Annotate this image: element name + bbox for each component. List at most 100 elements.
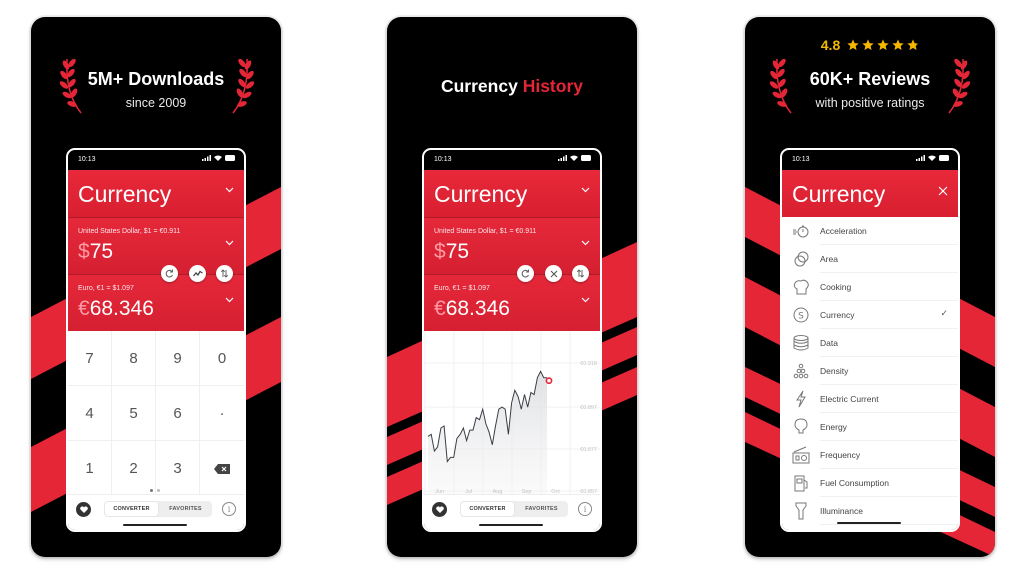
refresh-icon xyxy=(521,269,530,278)
status-bar: 10:13 xyxy=(68,150,244,170)
to-amount[interactable]: €68.346 xyxy=(78,297,154,321)
list-item-cooking[interactable]: Cooking xyxy=(782,273,958,301)
wifi-icon xyxy=(570,155,578,161)
dollar-coin-icon: S xyxy=(793,307,809,323)
list-item-fuel-consumption[interactable]: Fuel Consumption xyxy=(782,469,958,497)
y-axis-label: €0.918 xyxy=(580,361,597,367)
list-item-frequency[interactable]: Frequency xyxy=(782,441,958,469)
list-item-label: Density xyxy=(820,366,849,376)
phone-categories: 10:13 Currency Acceleration Area Cooking… xyxy=(780,148,960,532)
list-item-electric-current[interactable]: Electric Current xyxy=(782,385,958,413)
list-item-density[interactable]: Density xyxy=(782,357,958,385)
key-7[interactable]: 7 xyxy=(68,331,112,386)
svg-text:S: S xyxy=(798,312,804,322)
to-rate: Euro, €1 = $1.097 xyxy=(434,285,490,292)
tab-converter[interactable]: CONVERTER xyxy=(461,502,514,516)
list-item-energy[interactable]: Energy xyxy=(782,413,958,441)
key-8[interactable]: 8 xyxy=(112,331,156,386)
key-0[interactable]: 0 xyxy=(200,331,244,386)
wifi-icon xyxy=(214,155,222,161)
home-indicator xyxy=(837,522,901,524)
status-bar: 10:13 xyxy=(424,150,600,170)
status-time: 10:13 xyxy=(792,156,810,163)
chef-hat-icon xyxy=(793,279,809,295)
mode-segmented-control: CONVERTER FAVORITES xyxy=(460,501,568,517)
app-header[interactable]: Currency xyxy=(68,170,244,217)
chevron-down-icon[interactable] xyxy=(581,297,590,303)
key-1[interactable]: 1 xyxy=(68,441,112,496)
list-item-illuminance[interactable]: Illuminance xyxy=(782,497,958,525)
headline: 60K+ Reviews xyxy=(809,69,931,89)
y-axis-label: €0.877 xyxy=(580,447,597,453)
chevron-down-icon[interactable] xyxy=(581,240,590,246)
swap-icon xyxy=(220,269,229,278)
key-3[interactable]: 3 xyxy=(156,441,200,496)
list-item-area[interactable]: Area xyxy=(782,245,958,273)
refresh-button[interactable] xyxy=(161,265,178,282)
close-icon[interactable] xyxy=(938,186,948,196)
chevron-down-icon[interactable] xyxy=(225,297,234,303)
swap-button[interactable] xyxy=(572,265,589,282)
panel-downloads: 5M+ Downloads since 2009 10:13 Currency … xyxy=(31,17,281,557)
favorite-button[interactable] xyxy=(432,502,447,517)
phone-converter: 10:13 Currency United States Dollar, $1 … xyxy=(66,148,246,532)
key-decimal[interactable]: · xyxy=(200,386,244,441)
to-symbol: € xyxy=(78,297,90,320)
to-currency-card[interactable]: Euro, €1 = $1.097 €68.346 xyxy=(68,274,244,331)
key-4[interactable]: 4 xyxy=(68,386,112,441)
list-item-label: Illuminance xyxy=(820,506,863,516)
rating-row: 4.8 xyxy=(745,37,995,53)
chart-button[interactable] xyxy=(189,265,206,282)
key-9[interactable]: 9 xyxy=(156,331,200,386)
category-list: Acceleration Area Cooking S Currency ✓ D… xyxy=(782,217,958,530)
divider xyxy=(820,524,958,525)
key-backspace[interactable] xyxy=(200,441,244,496)
headline-red: History xyxy=(522,76,583,96)
list-item-label: Acceleration xyxy=(820,226,867,236)
bottom-bar: CONVERTER FAVORITES i xyxy=(424,494,600,530)
status-time: 10:13 xyxy=(78,156,96,163)
from-amount[interactable]: $75 xyxy=(434,240,469,264)
chevron-down-icon[interactable] xyxy=(581,187,590,193)
from-value: 75 xyxy=(89,240,114,263)
from-currency-card[interactable]: United States Dollar, $1 = €0.911 $75 xyxy=(424,217,600,274)
key-5[interactable]: 5 xyxy=(112,386,156,441)
lightning-icon xyxy=(796,390,806,408)
from-amount[interactable]: $75 xyxy=(78,240,113,264)
mode-segmented-control: CONVERTER FAVORITES xyxy=(104,501,212,517)
radio-icon xyxy=(792,446,810,464)
key-6[interactable]: 6 xyxy=(156,386,200,441)
status-time: 10:13 xyxy=(434,156,452,163)
phone-history: 10:13 Currency United States Dollar, $1 … xyxy=(422,148,602,532)
lightbulb-icon xyxy=(794,418,808,434)
list-item-data[interactable]: Data xyxy=(782,329,958,357)
from-symbol: $ xyxy=(434,240,446,263)
info-button[interactable]: i xyxy=(578,502,592,516)
to-amount[interactable]: €68.346 xyxy=(434,297,510,321)
panel-reviews: 4.8 60K+ Reviews with positive ratings 1… xyxy=(745,17,995,557)
info-button[interactable]: i xyxy=(222,502,236,516)
chevron-down-icon[interactable] xyxy=(225,240,234,246)
area-icon xyxy=(794,251,809,267)
star-icon xyxy=(877,39,889,50)
tab-converter[interactable]: CONVERTER xyxy=(105,502,158,516)
from-currency-card[interactable]: United States Dollar, $1 = €0.911 $75 xyxy=(68,217,244,274)
app-header[interactable]: Currency xyxy=(424,170,600,217)
chevron-down-icon[interactable] xyxy=(225,187,234,193)
tab-favorites[interactable]: FAVORITES xyxy=(159,501,212,517)
list-item-acceleration[interactable]: Acceleration xyxy=(782,217,958,245)
to-rate: Euro, €1 = $1.097 xyxy=(78,285,134,292)
close-chart-button[interactable] xyxy=(545,265,562,282)
battery-icon xyxy=(581,155,591,161)
history-chart[interactable]: €0.918 €0.897 €0.877 €0.857 Jun Jul Aug Sep Oct xyxy=(424,331,600,498)
refresh-button[interactable] xyxy=(517,265,534,282)
list-item-currency[interactable]: S Currency ✓ xyxy=(782,301,958,329)
favorite-button[interactable] xyxy=(76,502,91,517)
category-title: Currency xyxy=(792,181,886,207)
info-icon: i xyxy=(227,504,231,514)
swap-button[interactable] xyxy=(216,265,233,282)
tab-favorites[interactable]: FAVORITES xyxy=(515,501,568,517)
key-2[interactable]: 2 xyxy=(112,441,156,496)
info-icon: i xyxy=(583,504,587,514)
to-currency-card[interactable]: Euro, €1 = $1.097 €68.346 xyxy=(424,274,600,331)
